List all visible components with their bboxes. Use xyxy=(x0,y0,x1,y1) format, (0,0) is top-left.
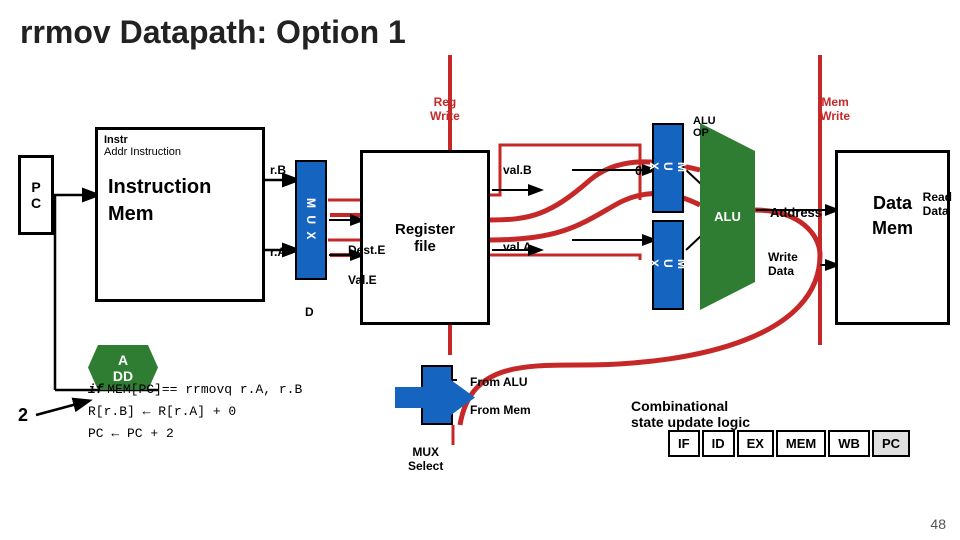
mux-select-l1: MUX xyxy=(408,445,443,459)
code-mem: MEM[PC]== xyxy=(107,382,185,397)
combinatorial-l1: Combinational xyxy=(631,398,750,414)
reg-write-label: Reg Write xyxy=(430,95,460,123)
instr-mem-main-line2: Mem xyxy=(98,199,262,226)
mux-select-l2: Select xyxy=(408,459,443,473)
mux-vala-label: MUX xyxy=(647,259,689,271)
mem-write-l1: Mem xyxy=(820,95,850,109)
alu-op-label: ALU OP xyxy=(693,115,716,139)
mux-valb-block: MUX xyxy=(652,123,684,213)
D-label: D xyxy=(305,305,314,319)
write-data-l2: Data xyxy=(768,264,798,278)
valA-label: val.A xyxy=(503,240,532,254)
mux-rb-block: M U X xyxy=(295,160,327,280)
instr-label-top: Instr xyxy=(98,130,262,146)
pipeline-stages: IF ID EX MEM WB PC xyxy=(668,430,910,457)
alu-block: ALU xyxy=(700,123,755,310)
reg-file-title-line2: file xyxy=(414,238,436,255)
stage-wb: WB xyxy=(828,430,870,457)
read-data-l1: Read xyxy=(923,190,952,204)
pc-label-line1: P xyxy=(31,179,40,195)
write-data-l1: Write xyxy=(768,250,798,264)
alu-op-l1: ALU xyxy=(693,115,716,127)
destE-label: Dest.E xyxy=(348,243,385,257)
stage-id: ID xyxy=(702,430,735,457)
from-alu-label: From ALU xyxy=(470,375,528,389)
combinatorial-text: Combinational state update logic xyxy=(631,398,750,430)
reg-write-l2: Write xyxy=(430,109,460,123)
stage-if: IF xyxy=(668,430,700,457)
mux-select-label: MUX Select xyxy=(408,445,443,473)
valB-label: val.B xyxy=(503,163,532,177)
from-mem-label: From Mem xyxy=(470,403,531,417)
rA-label: r.A xyxy=(270,245,286,259)
code-inst: rrmovq r.A, r.B xyxy=(185,382,302,397)
alu-label: ALU xyxy=(714,209,741,224)
valE-label: Val.E xyxy=(348,273,377,287)
address-label: Address xyxy=(770,205,822,220)
stage-ex: EX xyxy=(737,430,774,457)
pc-box: P C xyxy=(18,155,54,235)
rb-label: r.B xyxy=(270,163,286,177)
code-line3: PC ← PC + 2 xyxy=(88,423,302,445)
data-mem-block: Data Mem xyxy=(835,150,950,325)
combinatorial-l2: state update logic xyxy=(631,414,750,430)
reg-write-l1: Reg xyxy=(430,95,460,109)
instr-mem-main-line1: Instruction xyxy=(98,158,262,199)
reg-file-title-line1: Register xyxy=(395,221,455,238)
code-line2: R[r.B] ← R[r.A] + 0 xyxy=(88,401,302,423)
code-line1: if MEM[PC]== rrmovq r.A, r.B xyxy=(88,378,302,401)
page-number: 48 xyxy=(930,516,946,532)
pc-label-line2: C xyxy=(31,195,41,211)
instruction-mem-block: Instr Addr Instruction Instruction Mem xyxy=(95,127,265,302)
stage-mem: MEM xyxy=(776,430,826,457)
code-block: if MEM[PC]== rrmovq r.A, r.B R[r.B] ← R[… xyxy=(88,378,302,445)
read-data-label: Read Data xyxy=(923,190,952,218)
mux-valb-label: MUX xyxy=(647,162,689,174)
two-label: 2 xyxy=(18,405,28,426)
stage-pc: PC xyxy=(872,430,910,457)
mux-rb-label: M U X xyxy=(304,198,318,241)
code-if: if xyxy=(88,382,104,397)
alu-op-l2: OP xyxy=(693,127,716,139)
write-data-label: Write Data xyxy=(768,250,798,278)
instr-label-sub: Addr Instruction xyxy=(98,146,262,158)
register-file-block: Register file xyxy=(360,150,490,325)
read-data-l2: Data xyxy=(923,204,952,218)
zero-label: 0 xyxy=(635,163,642,178)
page-title: rrmov Datapath: Option 1 xyxy=(0,0,960,51)
mem-write-label: Mem Write xyxy=(820,95,850,123)
mem-write-l2: Write xyxy=(820,109,850,123)
mux-vala-block: MUX xyxy=(652,220,684,310)
add-label-line1: A xyxy=(118,352,128,368)
